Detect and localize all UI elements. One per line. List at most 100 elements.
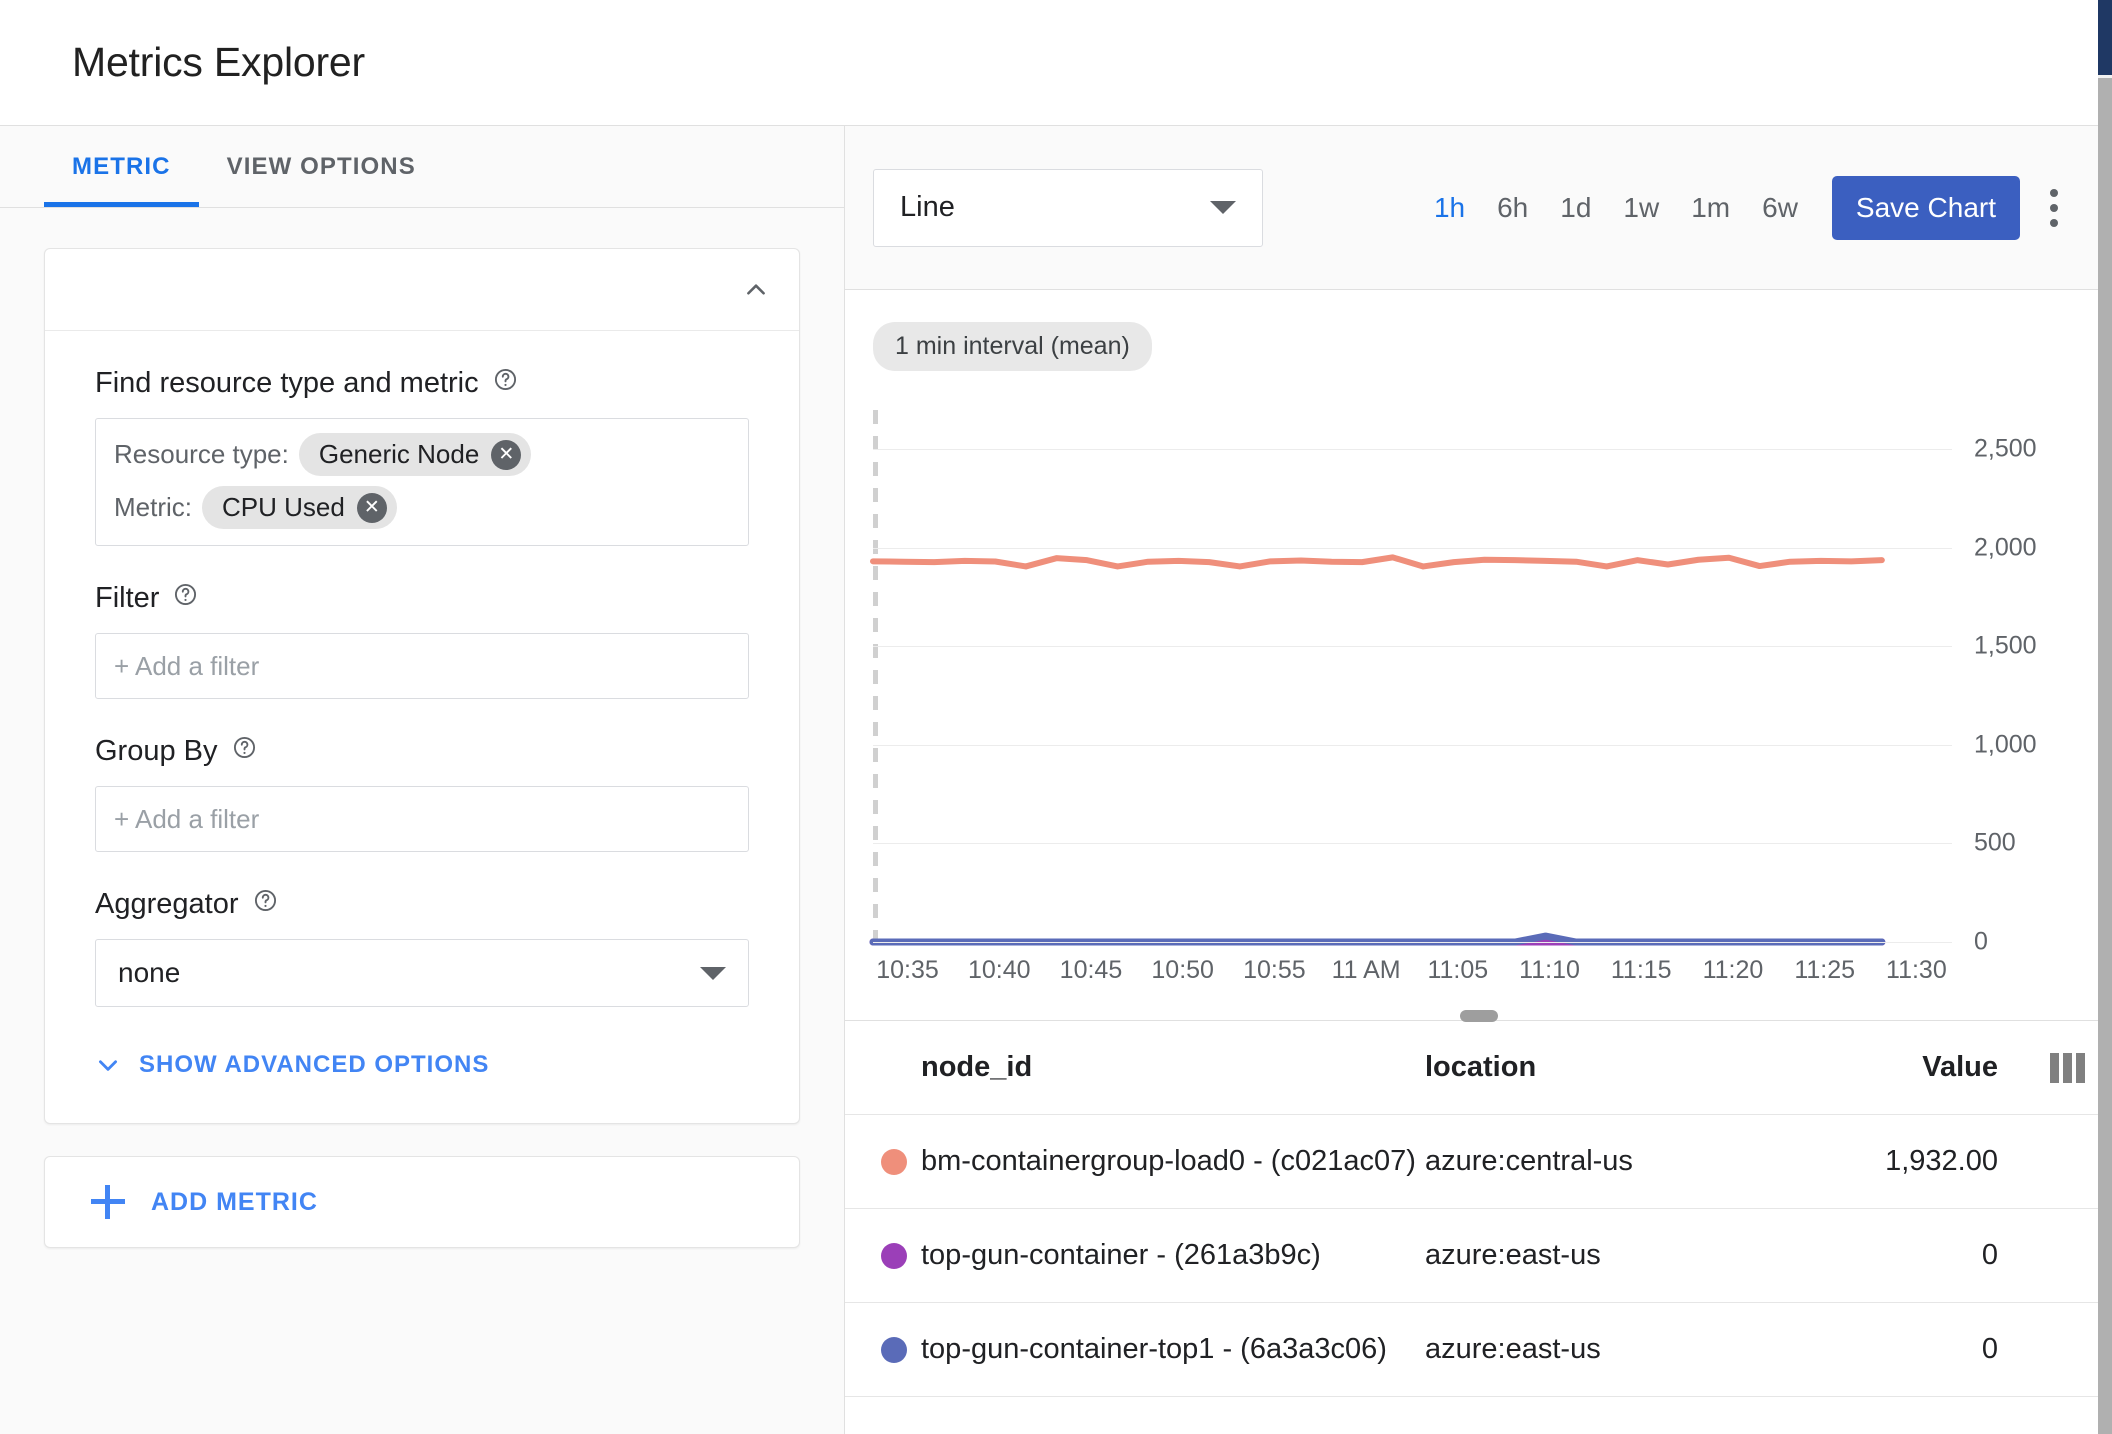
help-icon[interactable] <box>232 735 257 768</box>
metric-chip[interactable]: CPU Used ✕ <box>202 486 397 529</box>
resource-type-key: Resource type: <box>114 439 289 469</box>
right-chart-panel: Line 1h 6h 1d 1w 1m 6w Save Chart 1 min … <box>845 126 2112 1434</box>
x-axis-tick-label: 11 AM <box>1331 956 1401 984</box>
metric-chip-label: CPU Used <box>222 492 345 522</box>
kebab-menu-icon[interactable] <box>2026 176 2082 240</box>
panel-body: Find resource type and metric Resource t… <box>0 208 844 1434</box>
resource-type-chip[interactable]: Generic Node ✕ <box>298 433 532 476</box>
x-axis-tick-label: 11:05 <box>1427 956 1489 984</box>
group-by-placeholder: + Add a filter <box>114 803 260 834</box>
page-scrollbar[interactable] <box>2098 0 2112 1434</box>
chart-svg <box>873 410 1952 942</box>
table-header-row: node_id location Value <box>845 1021 2112 1115</box>
interval-badge: 1 min interval (mean) <box>873 322 1152 371</box>
aggregator-select[interactable]: none <box>95 939 749 1007</box>
table-row[interactable]: bm-containergroup-load0 - (c021ac07) azur… <box>845 1114 2112 1209</box>
y-axis-tick-label: 2,000 <box>1974 533 2037 562</box>
y-axis-tick-label: 1,000 <box>1974 730 2037 759</box>
series-table: node_id location Value bm-containergroup… <box>845 1021 2112 1397</box>
range-6h[interactable]: 6h <box>1481 184 1544 232</box>
range-1m[interactable]: 1m <box>1675 184 1746 232</box>
y-axis-tick-label: 2,500 <box>1974 434 2037 463</box>
remove-resource-type-icon[interactable]: ✕ <box>491 439 522 470</box>
column-header-value[interactable]: Value <box>1855 1021 2022 1115</box>
column-header-node-id[interactable]: node_id <box>845 1021 1425 1115</box>
column-header-location[interactable]: location <box>1425 1021 1855 1115</box>
x-axis-tick-label: 10:50 <box>1151 956 1214 984</box>
series-table-wrapper: node_id location Value bm-containergroup… <box>845 1020 2112 1434</box>
aggregator-label: Aggregator <box>95 888 239 920</box>
table-body: bm-containergroup-load0 - (c021ac07) azur… <box>845 1114 2112 1397</box>
show-advanced-options-link[interactable]: SHOW ADVANCED OPTIONS <box>95 1051 749 1079</box>
title-bar: Metrics Explorer <box>0 0 2112 126</box>
cell-location: azure:east-us <box>1425 1208 1855 1303</box>
chart-type-select[interactable]: Line <box>873 168 1263 247</box>
gridline <box>873 744 1952 746</box>
find-resource-label-row: Find resource type and metric <box>95 367 749 400</box>
panel-tabs: METRIC VIEW OPTIONS <box>0 126 844 208</box>
plus-icon <box>91 1185 125 1219</box>
gridline <box>873 646 1952 648</box>
gridline <box>873 843 1952 845</box>
metric-key: Metric: <box>114 492 192 522</box>
chart-plot[interactable]: 10:35 10:40 10:45 10:50 10:55 11 AM 11:05 11:10… <box>873 410 2037 984</box>
y-axis-tick-label: 0 <box>1974 927 1988 956</box>
resource-metric-chipbox[interactable]: Resource type: Generic Node ✕ Metric: CP… <box>95 418 749 546</box>
chevron-down-icon <box>1210 201 1236 214</box>
group-by-label-row: Group By <box>95 735 749 768</box>
series-color-dot <box>881 1336 907 1363</box>
node-id-label: bm-containergroup-load0 - (c021ac07) <box>921 1145 1416 1177</box>
x-axis-tick-label: 11:30 <box>1886 956 1947 984</box>
cell-value: 1,932.00 <box>1855 1114 2022 1209</box>
range-1h[interactable]: 1h <box>1418 184 1481 232</box>
scrollbar-thumb-top[interactable] <box>2098 0 2112 75</box>
table-row[interactable]: top-gun-container-top1 - (6a3a3c06) azure… <box>845 1302 2112 1397</box>
metrics-explorer-app: Metrics Explorer METRIC VIEW OPTIONS Fin… <box>0 0 2112 1434</box>
tab-metric[interactable]: METRIC <box>44 126 199 207</box>
scrollbar-track-body[interactable] <box>2098 78 2112 1434</box>
group-by-input[interactable]: + Add a filter <box>95 786 749 852</box>
gridline <box>873 942 1952 943</box>
main-body: METRIC VIEW OPTIONS Find resource type a… <box>0 126 2112 1434</box>
add-metric-label: ADD METRIC <box>151 1187 318 1216</box>
resource-type-row: Resource type: Generic Node ✕ <box>114 433 730 476</box>
x-axis-tick-label: 11:10 <box>1519 956 1580 984</box>
x-axis-tick-label: 10:40 <box>967 956 1031 984</box>
table-row[interactable]: top-gun-container - (261a3b9c) azure:east… <box>845 1208 2112 1303</box>
node-id-label: top-gun-container-top1 - (6a3a3c06) <box>921 1333 1387 1365</box>
x-axis-tick-label: 10:55 <box>1243 956 1306 984</box>
tab-view-options[interactable]: VIEW OPTIONS <box>199 126 444 207</box>
tab-metric-label: METRIC <box>72 152 171 180</box>
find-resource-label: Find resource type and metric <box>95 367 479 399</box>
resource-type-chip-label: Generic Node <box>318 439 480 469</box>
filter-input[interactable]: + Add a filter <box>95 633 749 699</box>
help-icon[interactable] <box>493 367 518 400</box>
add-metric-button[interactable]: ADD METRIC <box>44 1156 800 1248</box>
tab-view-options-label: VIEW OPTIONS <box>226 152 416 180</box>
range-6w[interactable]: 6w <box>1746 184 1814 232</box>
x-axis: 10:35 10:40 10:45 10:50 10:55 11 AM 11:05 11:10… <box>873 942 1952 1002</box>
range-1d[interactable]: 1d <box>1544 184 1607 232</box>
series-color-dot <box>881 1148 907 1175</box>
gridline <box>873 449 1952 451</box>
chevron-up-icon[interactable] <box>743 277 769 303</box>
node-id-label: top-gun-container - (261a3b9c) <box>921 1239 1321 1271</box>
x-axis-tick-label: 11:20 <box>1702 956 1764 984</box>
group-by-label: Group By <box>95 735 218 767</box>
cell-value: 0 <box>1855 1302 2022 1397</box>
save-chart-button[interactable]: Save Chart <box>1831 175 2020 240</box>
filter-placeholder: + Add a filter <box>114 650 260 681</box>
help-icon[interactable] <box>253 888 278 921</box>
show-advanced-options-label: SHOW ADVANCED OPTIONS <box>139 1051 490 1078</box>
chevron-down-icon <box>700 966 726 980</box>
remove-metric-icon[interactable]: ✕ <box>356 492 387 523</box>
y-axis-tick-label: 1,500 <box>1974 631 2037 660</box>
range-1w[interactable]: 1w <box>1607 184 1675 232</box>
filter-label: Filter <box>95 582 160 614</box>
aggregator-value: none <box>118 957 181 988</box>
cell-node-id: bm-containergroup-load0 - (c021ac07) <box>845 1114 1425 1209</box>
metric-row: Metric: CPU Used ✕ <box>114 486 730 529</box>
x-axis-tick-label: 11:25 <box>1794 956 1856 984</box>
help-icon[interactable] <box>173 582 198 615</box>
chart-resize-handle[interactable] <box>1459 1010 1498 1022</box>
